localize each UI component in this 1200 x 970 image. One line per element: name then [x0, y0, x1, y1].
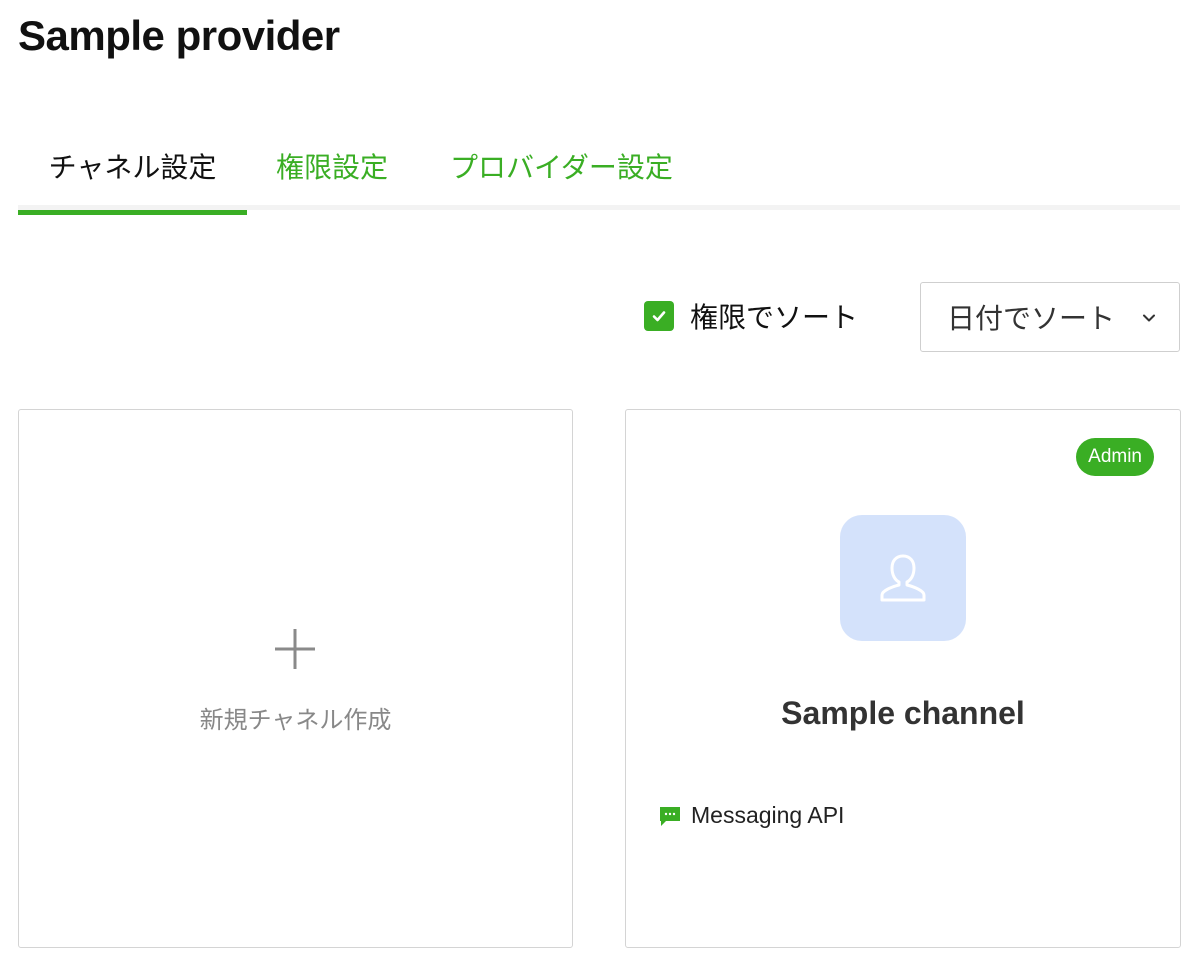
- admin-badge: Admin: [1076, 438, 1154, 476]
- chevron-down-icon: [1143, 314, 1155, 322]
- sort-by-permission-checkbox[interactable]: 権限でソート: [644, 296, 858, 336]
- page: Sample provider チャネル設定 権限設定 プロバイダー設定 権限で…: [0, 0, 1200, 970]
- channel-type: Messaging API: [659, 802, 844, 829]
- user-icon: [880, 554, 926, 602]
- new-channel-label: 新規チャネル作成: [199, 706, 392, 734]
- sort-select[interactable]: 日付でソート: [920, 282, 1180, 352]
- channel-avatar: [840, 515, 966, 641]
- tab-bar: チャネル設定 権限設定 プロバイダー設定: [18, 140, 1180, 215]
- tab-channel-settings[interactable]: チャネル設定: [18, 140, 247, 215]
- sort-by-permission-label: 権限でソート: [690, 301, 859, 334]
- channel-type-label: Messaging API: [691, 802, 845, 828]
- tab-permission-settings[interactable]: 権限設定: [276, 140, 388, 210]
- tab-provider-settings[interactable]: プロバイダー設定: [450, 140, 673, 210]
- channel-name: Sample channel: [781, 695, 1025, 731]
- page-title: Sample provider: [18, 12, 340, 59]
- plus-icon: [275, 629, 315, 669]
- chat-bubble-icon: [660, 806, 680, 826]
- sort-select-value: 日付でソート: [947, 302, 1116, 335]
- checkbox-checked-icon[interactable]: [644, 301, 674, 331]
- new-channel-card[interactable]: 新規チャネル作成: [18, 409, 573, 948]
- channel-card[interactable]: Admin Sample channel Messaging API: [625, 409, 1181, 948]
